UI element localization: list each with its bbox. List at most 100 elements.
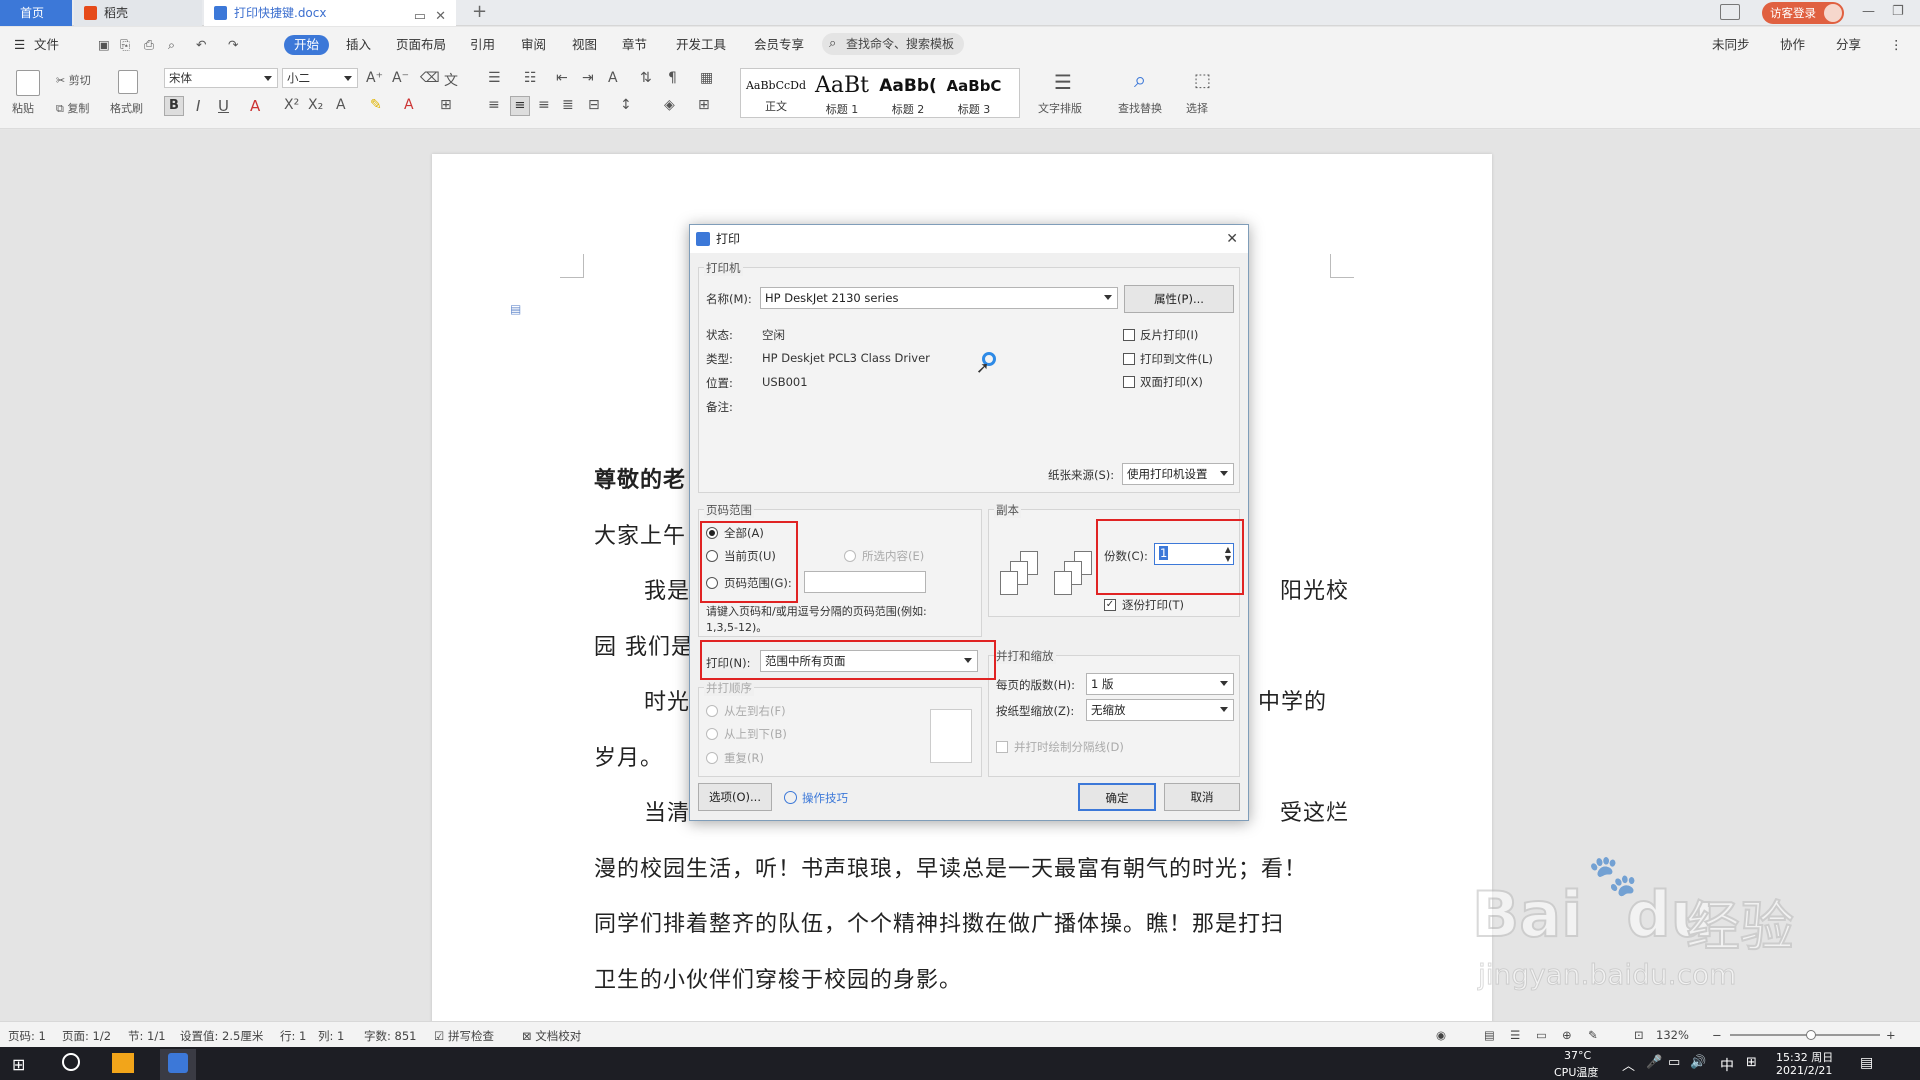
indent-icon[interactable]: ⇥ (582, 70, 594, 86)
ime-indicator[interactable]: 中 (1720, 1055, 1734, 1075)
cut-button[interactable]: ✂ 剪切 (56, 72, 91, 88)
printer-properties-button[interactable]: 属性(P)... (1124, 285, 1234, 313)
explorer-icon[interactable] (112, 1053, 134, 1073)
menu-file[interactable]: 文件 (34, 35, 59, 55)
doc-note-icon[interactable]: ▤ (510, 302, 521, 316)
menu-start[interactable]: 开始 (284, 35, 330, 55)
page-view-icon[interactable]: ▤ (1484, 1028, 1495, 1042)
italic-icon[interactable]: I (196, 97, 200, 115)
preview-icon[interactable]: ⌕ (168, 35, 175, 55)
windows-start-icon[interactable]: ⊞ (12, 1055, 25, 1074)
redo-icon[interactable]: ↷ (228, 35, 238, 55)
eye-protect-icon[interactable]: ◉ (1436, 1028, 1446, 1042)
highlight-icon[interactable]: ✎ (370, 97, 382, 113)
superscript-icon[interactable]: X² (284, 97, 299, 113)
network-icon[interactable]: ▭ (1668, 1055, 1680, 1070)
microphone-icon[interactable]: 🎤 (1646, 1055, 1662, 1070)
font-color-icon[interactable]: A (404, 97, 414, 113)
char-border-icon[interactable]: ⊞ (440, 97, 452, 113)
borders-icon[interactable]: ⊞ (698, 97, 710, 113)
menu-developer[interactable]: 开发工具 (676, 35, 726, 55)
status-setting[interactable]: 设置值: 2.5厘米 (180, 1028, 263, 1044)
menu-insert[interactable]: 插入 (346, 35, 371, 55)
chinese-layout-icon[interactable]: A (608, 70, 618, 86)
phonetic-icon[interactable]: 文 (444, 70, 458, 90)
style-heading1[interactable]: AaBt 标题 1 (809, 73, 875, 117)
minimize-icon[interactable]: — (1862, 4, 1875, 19)
distribute-icon[interactable]: ⊟ (588, 97, 600, 113)
restore-icon[interactable]: ❐ (1892, 4, 1904, 19)
tab-home[interactable]: 首页 (0, 0, 72, 26)
menu-references[interactable]: 引用 (470, 35, 495, 55)
status-row[interactable]: 行: 1 (280, 1028, 306, 1044)
tab-docer[interactable]: 稻壳 (74, 0, 202, 26)
status-col[interactable]: 列: 1 (318, 1028, 344, 1044)
zoom-level[interactable]: 132% (1656, 1028, 1689, 1042)
find-replace-label[interactable]: 查找替换 (1118, 100, 1162, 116)
notification-icon[interactable]: ▤ (1860, 1055, 1873, 1071)
volume-icon[interactable]: 🔊 (1690, 1055, 1706, 1070)
write-view-icon[interactable]: ✎ (1588, 1028, 1598, 1042)
login-button[interactable]: 访客登录 (1762, 2, 1844, 24)
menu-member[interactable]: 会员专享 (754, 35, 804, 55)
command-search[interactable]: ⌕ 查找命令、搜索模板 (822, 33, 964, 55)
bullets-icon[interactable]: ☰ (488, 70, 501, 86)
export-icon[interactable]: ⎘ (120, 35, 130, 55)
proofread-button[interactable]: ⊠ 文档校对 (522, 1028, 581, 1044)
format-painter-icon[interactable] (118, 70, 138, 94)
hamburger-icon[interactable]: ☰ (14, 35, 25, 55)
copy-button[interactable]: ⧉ 复制 (56, 100, 89, 116)
menu-chapter[interactable]: 章节 (622, 35, 647, 55)
undo-icon[interactable]: ↶ (196, 35, 206, 55)
dialog-close-icon[interactable]: ✕ (1226, 225, 1238, 253)
style-normal[interactable]: AaBbCcDd 正文 (743, 73, 809, 114)
zoom-slider-handle[interactable] (1806, 1030, 1816, 1040)
menu-view[interactable]: 视图 (572, 35, 597, 55)
reverse-print-checkbox[interactable] (1123, 329, 1135, 341)
more-icon[interactable]: ⋮ (1890, 35, 1903, 55)
status-words[interactable]: 字数: 851 (364, 1028, 416, 1044)
sync-status[interactable]: 未同步 (1712, 35, 1750, 55)
print-to-file-checkbox[interactable] (1123, 353, 1135, 365)
text-layout-label[interactable]: 文字排版 (1038, 100, 1082, 116)
new-tab-button[interactable]: + (472, 1, 487, 22)
justify-icon[interactable]: ≣ (562, 97, 574, 113)
shrink-font-icon[interactable]: A⁻ (392, 70, 409, 86)
zoom-fit-icon[interactable]: ⊡ (1634, 1028, 1644, 1042)
paste-icon[interactable] (16, 70, 40, 96)
show-marks-icon[interactable]: ¶ (668, 70, 677, 86)
share-button[interactable]: 分享 (1836, 35, 1861, 55)
align-left-icon[interactable]: ≡ (488, 97, 500, 113)
reading-view-icon[interactable]: ▭ (1536, 1028, 1547, 1042)
table-lines-icon[interactable]: ▦ (700, 70, 713, 86)
status-pages[interactable]: 页面: 1/2 (62, 1028, 111, 1044)
scale-select[interactable]: 无缩放 (1086, 699, 1234, 721)
save-icon[interactable]: ▣ (98, 35, 110, 55)
keyboard-icon[interactable]: ⊞ (1746, 1055, 1757, 1070)
clear-format-icon[interactable]: ⌫ (420, 70, 440, 86)
strikethrough-icon[interactable]: A (250, 97, 260, 115)
zoom-out-icon[interactable]: − (1712, 1028, 1722, 1042)
menu-page-layout[interactable]: 页面布局 (396, 35, 446, 55)
grow-font-icon[interactable]: A⁺ (366, 70, 383, 86)
pages-per-sheet-select[interactable]: 1 版 (1086, 673, 1234, 695)
paper-source-select[interactable]: 使用打印机设置 (1122, 463, 1234, 485)
outline-view-icon[interactable]: ☰ (1510, 1028, 1520, 1042)
sort-icon[interactable]: ⇅ (640, 70, 652, 86)
find-replace-icon[interactable]: ⌕ (1134, 68, 1146, 93)
subscript-icon[interactable]: X₂ (308, 97, 323, 113)
cancel-button[interactable]: 取消 (1164, 783, 1240, 811)
menu-review[interactable]: 审阅 (521, 35, 546, 55)
zoom-in-icon[interactable]: + (1886, 1028, 1896, 1042)
tab-document[interactable]: 打印快捷键.docx ▭ ✕ (204, 0, 456, 26)
window-count-icon[interactable] (1720, 4, 1740, 20)
style-heading2[interactable]: AaBb( 标题 2 (875, 73, 941, 117)
range-pages-input[interactable] (804, 571, 926, 593)
print-icon[interactable]: ⎙ (144, 35, 154, 55)
zoom-slider[interactable] (1730, 1030, 1880, 1040)
web-view-icon[interactable]: ⊕ (1562, 1028, 1572, 1042)
cortana-icon[interactable] (62, 1053, 80, 1071)
font-size-select[interactable]: 小二 (282, 68, 358, 88)
spell-check-button[interactable]: ☑ 拼写检查 (434, 1028, 494, 1044)
text-effect-icon[interactable]: A (336, 97, 346, 113)
